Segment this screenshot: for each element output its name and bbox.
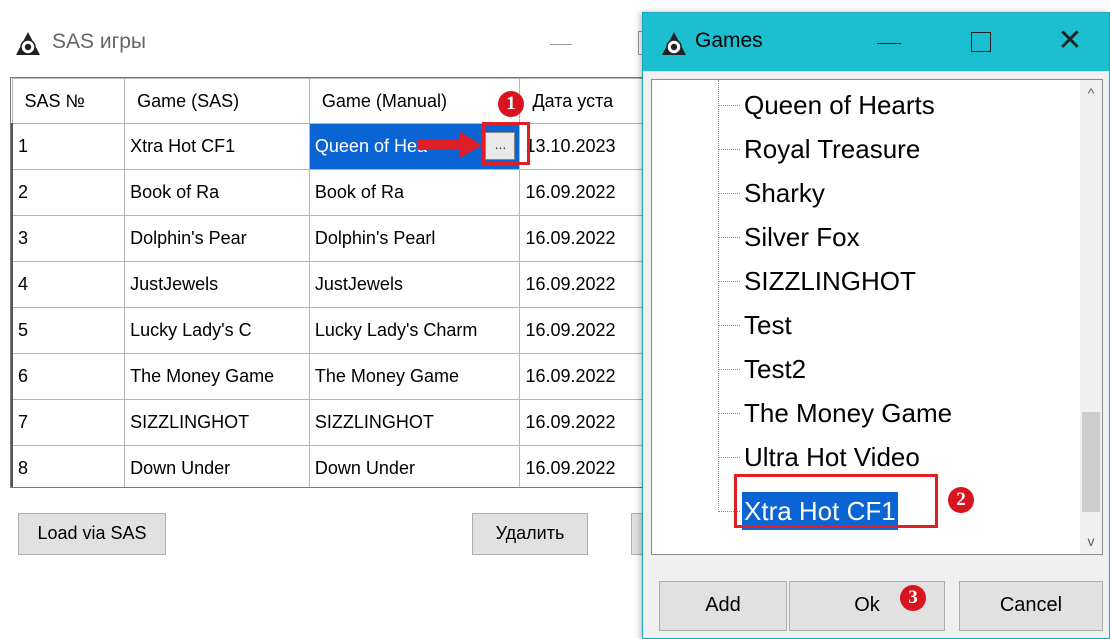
table-row[interactable]: 7 SIZZLINGHOT SIZZLINGHOT 16.09.2022 — [11, 399, 659, 446]
load-via-sas-button[interactable]: Load via SAS — [18, 513, 166, 555]
arrow-right-icon — [418, 132, 482, 158]
column-header-game-manual[interactable]: Game (Manual) — [308, 78, 521, 124]
column-header-install-date[interactable]: Дата уста — [519, 78, 659, 124]
minimize-icon[interactable] — [546, 30, 576, 60]
cell-install-date[interactable]: 16.09.2022 — [519, 307, 659, 354]
chevron-up-icon[interactable]: ^ — [1080, 80, 1102, 106]
grid-header-row: SAS № Game (SAS) Game (Manual) Дата уста — [11, 78, 659, 124]
tree-item-label[interactable]: Ultra Hot Video — [742, 438, 922, 476]
games-dialog: Games ✕ Queen of Hearts Royal Treasure S… — [642, 12, 1110, 639]
cell-install-date[interactable]: 16.09.2022 — [519, 399, 659, 446]
cell-game-sas[interactable]: Xtra Hot CF1 — [124, 123, 310, 170]
minimize-icon[interactable] — [867, 19, 913, 65]
app-logo-icon — [662, 32, 686, 55]
cell-game-sas[interactable]: JustJewels — [124, 261, 310, 308]
close-icon[interactable]: ✕ — [1047, 19, 1093, 65]
highlight-browse-button — [482, 122, 530, 165]
cell-game-manual[interactable]: Lucky Lady's Charm — [308, 307, 521, 354]
cell-game-sas[interactable]: SIZZLINGHOT — [124, 399, 310, 446]
tree-item-label[interactable]: Test2 — [742, 350, 808, 388]
sas-window-title: SAS игры — [52, 30, 147, 53]
cell-game-manual-value: Queen of Hea — [314, 136, 427, 156]
games-dialog-title: Games — [695, 29, 763, 52]
tree-item-label[interactable]: Silver Fox — [742, 218, 862, 256]
cell-game-sas[interactable]: Book of Ra — [124, 169, 310, 216]
cell-sas-number[interactable]: 6 — [11, 353, 126, 400]
cell-sas-number[interactable]: 4 — [11, 261, 126, 308]
cell-sas-number[interactable]: 1 — [11, 123, 126, 170]
cell-game-manual[interactable]: Dolphin's Pearl — [308, 215, 521, 262]
cell-install-date[interactable]: 16.09.2022 — [519, 353, 659, 400]
chevron-down-icon[interactable]: v — [1080, 528, 1102, 554]
table-row[interactable]: 4 JustJewels JustJewels 16.09.2022 — [11, 261, 659, 308]
step-marker-3: 3 — [900, 585, 926, 611]
tree-item-label[interactable]: Royal Treasure — [742, 130, 922, 168]
app-logo-icon — [16, 32, 40, 55]
table-row[interactable]: 2 Book of Ra Book of Ra 16.09.2022 — [11, 169, 659, 216]
table-row[interactable]: 8 Down Under Down Under 16.09.2022 — [11, 445, 659, 487]
cell-sas-number[interactable]: 2 — [11, 169, 126, 216]
tree-item-label[interactable]: SIZZLINGHOT — [742, 262, 918, 300]
cell-game-manual[interactable]: Down Under — [308, 445, 521, 487]
highlight-selected-game — [734, 474, 938, 528]
cell-game-sas[interactable]: Down Under — [124, 445, 310, 487]
tree-scrollbar[interactable]: ^ v — [1080, 80, 1102, 554]
cell-sas-number[interactable]: 5 — [11, 307, 126, 354]
cell-game-sas[interactable]: The Money Game — [124, 353, 310, 400]
cell-game-manual[interactable]: JustJewels — [308, 261, 521, 308]
table-row[interactable]: 5 Lucky Lady's C Lucky Lady's Charm 16.0… — [11, 307, 659, 354]
cell-sas-number[interactable]: 3 — [11, 215, 126, 262]
delete-button[interactable]: Удалить — [472, 513, 588, 555]
cell-game-manual[interactable]: SIZZLINGHOT — [308, 399, 521, 446]
cell-game-manual[interactable]: The Money Game — [308, 353, 521, 400]
column-header-sas-number[interactable]: SAS № — [11, 78, 126, 124]
maximize-icon[interactable] — [959, 19, 1005, 65]
cell-install-date[interactable]: 16.09.2022 — [519, 215, 659, 262]
scrollbar-thumb[interactable] — [1082, 412, 1100, 512]
table-row[interactable]: 6 The Money Game The Money Game 16.09.20… — [11, 353, 659, 400]
table-row[interactable]: 1 Xtra Hot CF1 Queen of Hea ... 13.10.20… — [11, 123, 659, 170]
cancel-button[interactable]: Cancel — [959, 581, 1103, 631]
tree-item-label[interactable]: The Money Game — [742, 394, 954, 432]
games-dialog-titlebar: Games ✕ — [643, 13, 1109, 71]
tree-item-label[interactable]: Test — [742, 306, 794, 344]
table-row[interactable]: 3 Dolphin's Pear Dolphin's Pearl 16.09.2… — [11, 215, 659, 262]
cell-game-manual[interactable]: Book of Ra — [308, 169, 521, 216]
tree-item-label[interactable]: Sharky — [742, 174, 827, 212]
cell-install-date[interactable]: 13.10.2023 — [519, 123, 659, 170]
tree-item-label[interactable]: Queen of Hearts — [742, 86, 937, 124]
step-marker-2: 2 — [948, 487, 974, 513]
cell-sas-number[interactable]: 8 — [11, 445, 126, 487]
cell-game-sas[interactable]: Lucky Lady's C — [124, 307, 310, 354]
cell-sas-number[interactable]: 7 — [11, 399, 126, 446]
sas-games-grid[interactable]: SAS № Game (SAS) Game (Manual) Дата уста… — [10, 77, 660, 488]
cell-install-date[interactable]: 16.09.2022 — [519, 445, 659, 487]
add-button[interactable]: Add — [659, 581, 787, 631]
column-header-game-sas[interactable]: Game (SAS) — [124, 78, 310, 124]
cell-game-sas[interactable]: Dolphin's Pear — [124, 215, 310, 262]
tree-connector-line — [718, 80, 719, 512]
step-marker-1: 1 — [498, 91, 524, 117]
cell-install-date[interactable]: 16.09.2022 — [519, 261, 659, 308]
sas-games-window: SAS игры SAS № Game (SAS) Game (Manual) … — [0, 0, 700, 639]
sas-window-titlebar: SAS игры — [0, 0, 700, 80]
cell-install-date[interactable]: 16.09.2022 — [519, 169, 659, 216]
